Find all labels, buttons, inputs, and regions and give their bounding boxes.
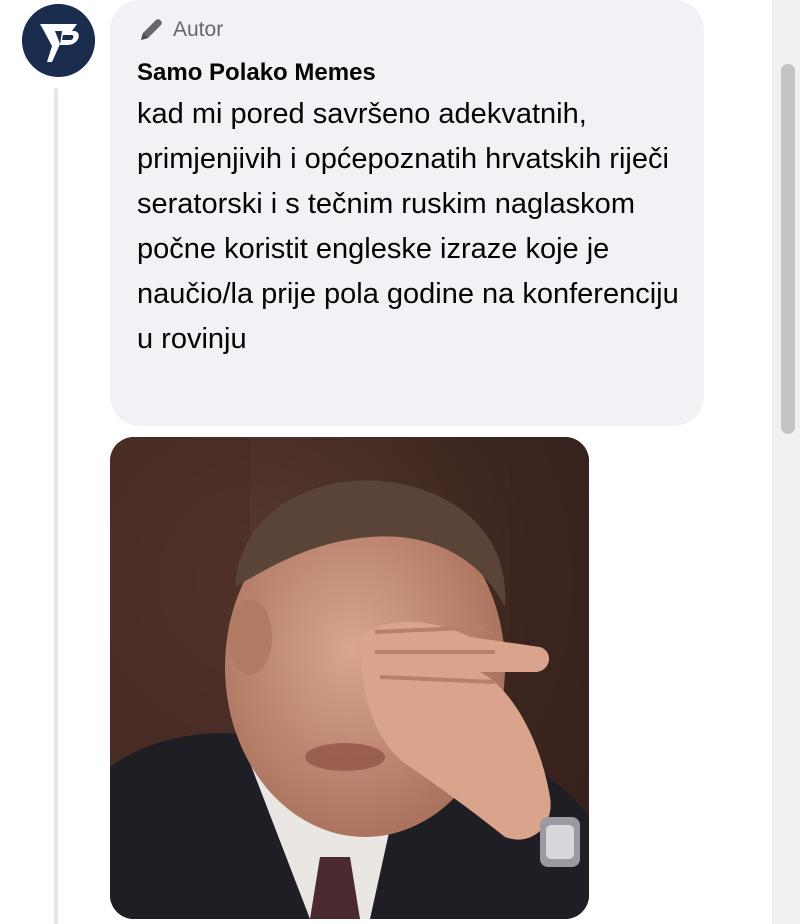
comment-gif[interactable] <box>110 437 589 919</box>
thread-line <box>54 88 58 924</box>
avatar[interactable] <box>22 4 95 77</box>
samo-polako-logo-icon <box>22 4 95 77</box>
author-badge: Autor <box>137 14 678 46</box>
scrollbar-thumb[interactable] <box>781 64 795 434</box>
comment-thread: Autor Samo Polako Memes kad mi pored sav… <box>0 0 800 924</box>
badge-label: Autor <box>173 18 224 41</box>
author-name[interactable]: Samo Polako Memes <box>137 58 678 88</box>
comment-bubble: Autor Samo Polako Memes kad mi pored sav… <box>110 0 704 426</box>
comment-text: kad mi pored savršeno adekvatnih, primje… <box>137 98 679 355</box>
pen-icon <box>137 16 165 44</box>
facepalm-gif-icon <box>110 437 589 919</box>
